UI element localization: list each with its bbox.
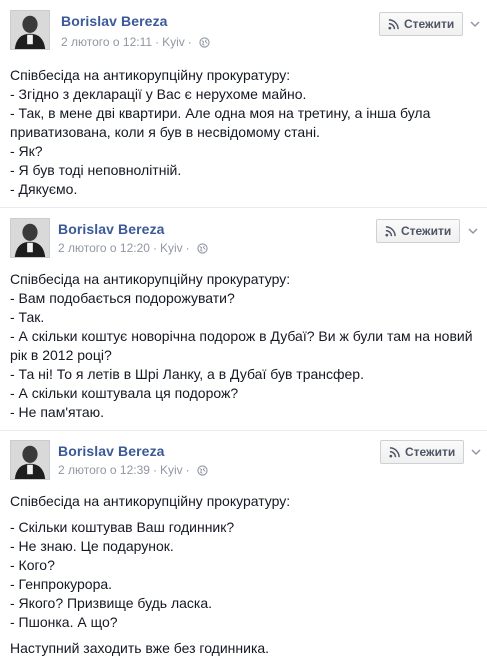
post-divider [0, 207, 487, 208]
post-meta: 2 лютого о 12:20 · Kyiv · [58, 241, 208, 255]
post-line: Співбесіда на антикорупційну прокуратуру… [10, 271, 291, 287]
post-date[interactable]: 2 лютого о 12:39 [58, 463, 150, 477]
post-line: - Як? [10, 143, 43, 159]
post-line: Співбесіда на антикорупційну прокуратуру… [10, 67, 291, 83]
post-text: Співбесіда на антикорупційну прокуратуру… [10, 492, 479, 658]
post-line: - Генпрокурора. [10, 576, 113, 592]
post-1: Borislav Bereza 2 лютого о 12:11 · Kyiv … [0, 0, 487, 210]
follow-button[interactable]: Стежити [380, 440, 465, 464]
follow-button[interactable]: Стежити [379, 12, 464, 36]
post-line: - Якого? Призвище будь ласка. [10, 595, 213, 611]
author-name[interactable]: Borislav Bereza [58, 221, 165, 237]
follow-button-label: Стежити [405, 445, 456, 459]
post-line: - А скільки коштує новорічна подорож в Д… [10, 328, 477, 363]
post-location[interactable]: Kyiv [160, 241, 183, 255]
post-meta: 2 лютого о 12:39 · Kyiv · [58, 463, 208, 477]
post-date[interactable]: 2 лютого о 12:20 [58, 241, 150, 255]
post-line: - А скільки коштувала ця подорож? [10, 385, 239, 401]
follow-button-label: Стежити [401, 224, 452, 238]
post-line: - Так. [10, 309, 45, 325]
post-meta: 2 лютого о 12:11 · Kyiv · [61, 35, 210, 49]
globe-icon [196, 242, 208, 254]
chevron-down-icon[interactable] [467, 225, 479, 237]
rss-icon [388, 18, 399, 30]
post-text: Співбесіда на антикорупційну прокуратуру… [10, 270, 479, 422]
author-name[interactable]: Borislav Bereza [58, 443, 165, 459]
post-2: Borislav Bereza 2 лютого о 12:20 · Kyiv … [0, 210, 487, 432]
author-name[interactable]: Borislav Bereza [61, 13, 168, 29]
post-location[interactable]: Kyiv [162, 35, 185, 49]
chevron-down-icon[interactable] [469, 18, 481, 30]
post-intro: Співбесіда на антикорупційну прокуратуру… [10, 493, 291, 509]
post-line: - Згідно з декларації у Вас є нерухоме м… [10, 86, 307, 102]
avatar[interactable] [10, 10, 50, 50]
post-line: - Так, в мене дві квартири. Але одна моя… [10, 105, 435, 140]
post-line: - Пшонка. А що? [10, 614, 118, 630]
post-line: - Та ні! То я летів в Шрі Ланку, а в Дуб… [10, 366, 364, 382]
chevron-down-icon[interactable] [470, 446, 482, 458]
post-line: - Кого? [10, 557, 55, 573]
globe-icon [196, 464, 208, 476]
post-3: Borislav Bereza 2 лютого о 12:39 · Kyiv … [0, 432, 487, 660]
post-line: - Дякуємо. [10, 181, 78, 197]
post-date[interactable]: 2 лютого о 12:11 [61, 35, 152, 49]
post-line: - Не пам'ятаю. [10, 404, 105, 420]
post-text: Співбесіда на антикорупційну прокуратуру… [10, 66, 479, 199]
follow-button[interactable]: Стежити [376, 219, 461, 243]
rss-icon [385, 225, 396, 237]
post-divider [0, 430, 487, 431]
post-line: - Я був тоді неповнолітній. [10, 162, 182, 178]
rss-icon [389, 446, 400, 458]
post-outro: Наступний заходить вже без годинника. [10, 640, 270, 656]
avatar[interactable] [10, 218, 50, 258]
post-line: - Скільки коштував Ваш годинник? [10, 519, 235, 535]
post-line: - Вам подобається подорожувати? [10, 290, 235, 306]
follow-button-label: Стежити [404, 17, 455, 31]
post-location[interactable]: Kyiv [160, 463, 183, 477]
globe-icon [199, 36, 210, 48]
post-line: - Не знаю. Це подарунок. [10, 538, 174, 554]
avatar[interactable] [10, 440, 50, 480]
